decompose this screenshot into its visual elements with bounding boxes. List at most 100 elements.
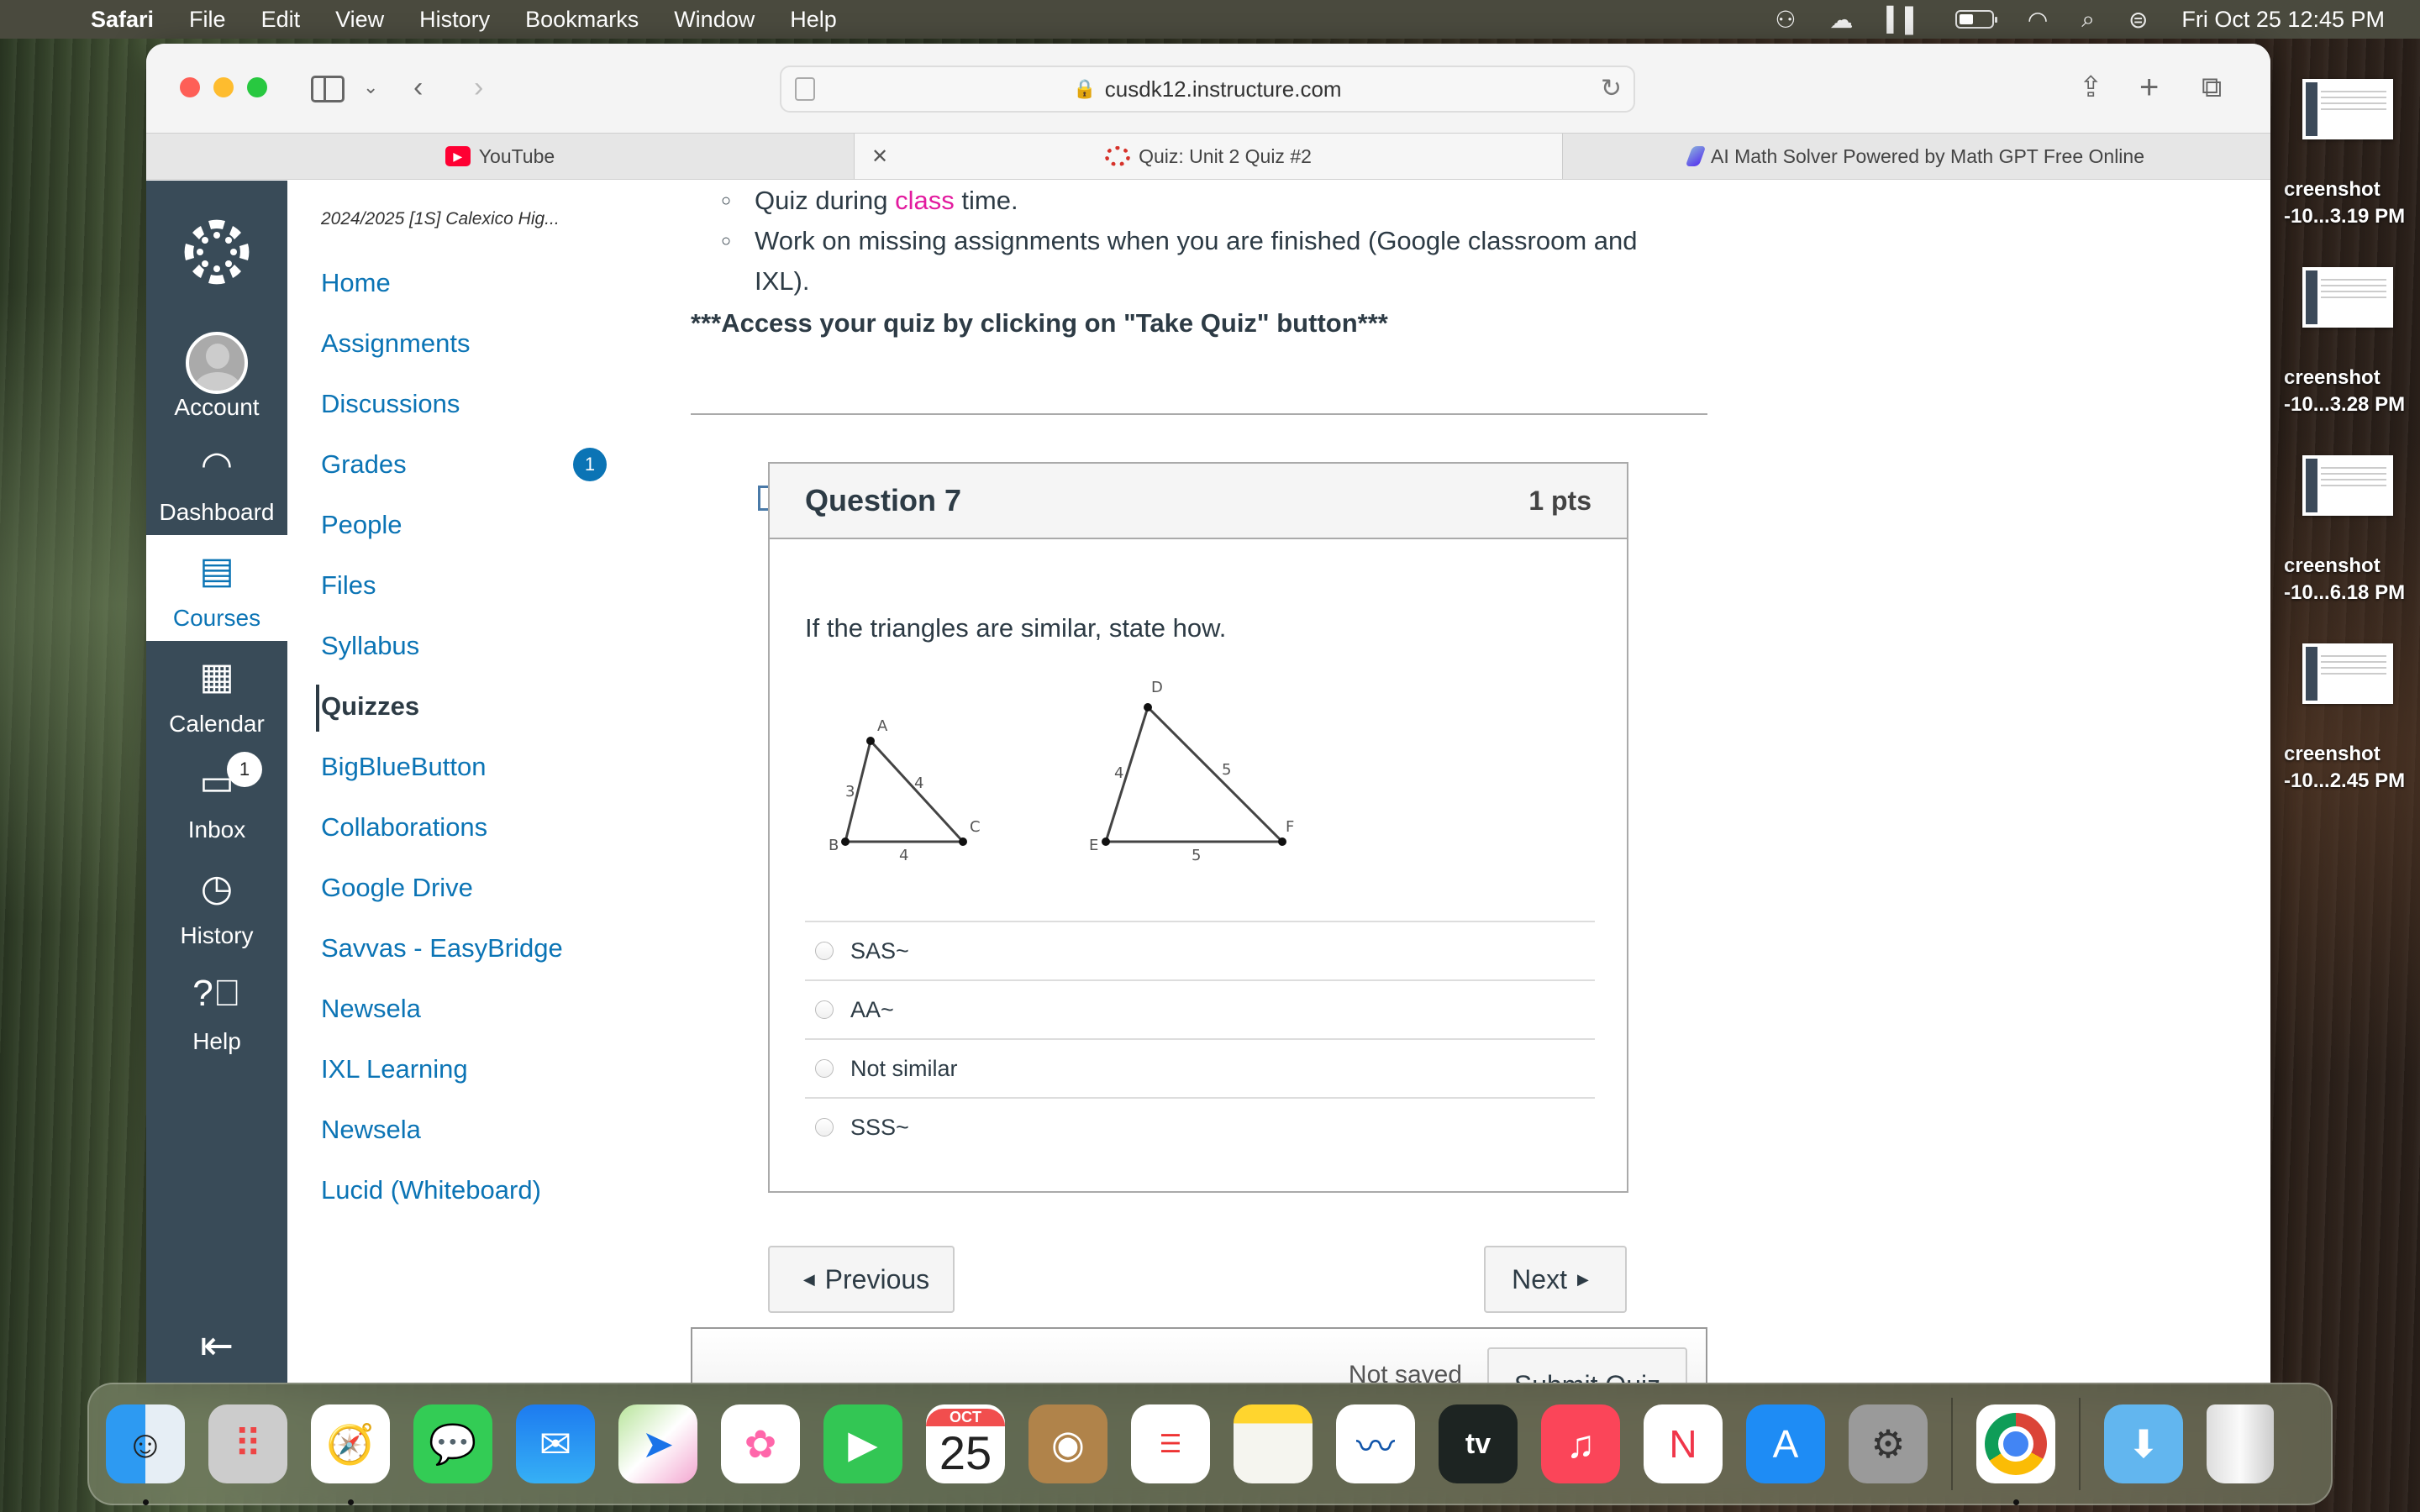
dock-freeform[interactable]: 〰 bbox=[1336, 1404, 1415, 1483]
forward-button[interactable]: › bbox=[474, 69, 483, 106]
dock-app-store[interactable]: A bbox=[1746, 1404, 1825, 1483]
search-icon[interactable]: ⌕ bbox=[2081, 6, 2095, 34]
course-title[interactable]: 2024/2025 [1S] Calexico Hig... bbox=[321, 209, 623, 229]
tab-youtube[interactable]: ▶ YouTube bbox=[146, 134, 854, 179]
dock-maps[interactable]: ➤ bbox=[618, 1404, 697, 1483]
dock-messages[interactable]: 💬 bbox=[413, 1404, 492, 1483]
tab-overview-icon[interactable]: ⧉ bbox=[2202, 69, 2222, 106]
dock-downloads[interactable]: ⬇ bbox=[2104, 1404, 2183, 1483]
dock-finder[interactable]: ☺ bbox=[106, 1404, 185, 1505]
global-nav-account[interactable]: Account bbox=[146, 323, 287, 429]
dock-launchpad[interactable]: ⠿ bbox=[208, 1404, 287, 1483]
battery-icon[interactable] bbox=[1954, 10, 1997, 29]
tab-quiz[interactable]: ✕ Quiz: Unit 2 Quiz #2 bbox=[854, 134, 1563, 179]
next-button[interactable]: Next ▶ bbox=[1484, 1246, 1627, 1313]
question-title: Question 7 bbox=[805, 483, 962, 517]
global-nav-history[interactable]: ◷ History bbox=[146, 853, 287, 958]
dock-safari[interactable]: 🧭 bbox=[311, 1404, 390, 1505]
dock-system-settings[interactable]: ⚙ bbox=[1849, 1404, 1928, 1483]
dock-chrome[interactable] bbox=[1976, 1404, 2055, 1505]
global-nav-help[interactable]: ?⃝ Help bbox=[146, 958, 287, 1064]
menu-app-name[interactable]: Safari bbox=[91, 7, 154, 33]
menu-window[interactable]: Window bbox=[674, 7, 755, 33]
mail-icon: ✉ bbox=[539, 1422, 572, 1466]
course-nav-home[interactable]: Home bbox=[287, 253, 623, 313]
course-nav-quizzes[interactable]: Quizzes bbox=[287, 676, 623, 737]
course-nav-discussions[interactable]: Discussions bbox=[287, 374, 623, 434]
course-nav-bigbluebutton[interactable]: BigBlueButton bbox=[287, 737, 623, 797]
weather-icon[interactable]: ☁ bbox=[1829, 6, 1853, 34]
audio-icon[interactable]: ▍▌ bbox=[1886, 6, 1921, 34]
global-nav-dashboard[interactable]: ◠ Dashboard bbox=[146, 429, 287, 535]
dock-mail[interactable]: ✉ bbox=[516, 1404, 595, 1483]
course-nav-savvas[interactable]: Savvas - EasyBridge bbox=[287, 918, 623, 979]
course-nav-lucid[interactable]: Lucid (Whiteboard) bbox=[287, 1160, 623, 1221]
course-nav-ixl[interactable]: IXL Learning bbox=[287, 1039, 623, 1100]
desktop-file[interactable]: creenshot -10...2.45 PM bbox=[2284, 640, 2420, 828]
course-nav-grades[interactable]: Grades 1 bbox=[287, 434, 623, 495]
global-nav-courses[interactable]: ▤ Courses bbox=[146, 535, 287, 641]
share-icon[interactable]: ⇪ bbox=[2079, 69, 2103, 106]
course-nav-syllabus[interactable]: Syllabus bbox=[287, 616, 623, 676]
dock-news[interactable]: N bbox=[1644, 1404, 1723, 1483]
previous-button[interactable]: ◀ Previous bbox=[768, 1246, 955, 1313]
wifi-icon[interactable]: ◠ bbox=[2028, 6, 2048, 34]
course-nav-people[interactable]: People bbox=[287, 495, 623, 555]
collapse-nav-icon[interactable]: ⇤ bbox=[146, 1322, 287, 1369]
nav-label: Newsela bbox=[321, 1115, 421, 1144]
dock-notes[interactable] bbox=[1234, 1404, 1313, 1483]
minimize-window-button[interactable] bbox=[213, 77, 234, 97]
dock-contacts[interactable]: ◉ bbox=[1028, 1404, 1107, 1483]
menu-help[interactable]: Help bbox=[790, 7, 837, 33]
control-center-icon[interactable]: ⊜ bbox=[2128, 6, 2148, 34]
answer-radio[interactable] bbox=[815, 942, 834, 960]
course-nav-newsela-2[interactable]: Newsela bbox=[287, 1100, 623, 1160]
course-nav-files[interactable]: Files bbox=[287, 555, 623, 616]
answer-radio[interactable] bbox=[815, 1000, 834, 1019]
menu-edit[interactable]: Edit bbox=[261, 7, 301, 33]
answer-option[interactable]: SAS~ bbox=[805, 921, 1595, 979]
dock-music[interactable]: ♫ bbox=[1541, 1404, 1620, 1483]
close-window-button[interactable] bbox=[180, 77, 200, 97]
tab-ai-math-solver[interactable]: AI Math Solver Powered by Math GPT Free … bbox=[1563, 134, 2270, 179]
course-nav-collaborations[interactable]: Collaborations bbox=[287, 797, 623, 858]
menubar-clock[interactable]: Fri Oct 25 12:45 PM bbox=[2181, 7, 2385, 33]
answer-radio[interactable] bbox=[815, 1118, 834, 1137]
users-icon[interactable]: ⚇ bbox=[1775, 6, 1796, 34]
global-nav-inbox[interactable]: ▭ 1 Inbox bbox=[146, 747, 287, 853]
dock-calendar[interactable]: OCT 25 bbox=[926, 1404, 1005, 1483]
course-nav-assignments[interactable]: Assignments bbox=[287, 313, 623, 374]
sidebar-toggle-icon[interactable] bbox=[311, 76, 345, 102]
desktop-file[interactable]: creenshot -10...6.18 PM bbox=[2284, 452, 2420, 640]
dock-tv[interactable]: tv bbox=[1439, 1404, 1518, 1483]
new-tab-icon[interactable]: + bbox=[2139, 69, 2159, 106]
desktop-file[interactable]: creenshot -10...3.28 PM bbox=[2284, 264, 2420, 452]
menu-history[interactable]: History bbox=[419, 7, 490, 33]
file-name-line2: -10...6.18 PM bbox=[2284, 581, 2406, 604]
course-nav-newsela[interactable]: Newsela bbox=[287, 979, 623, 1039]
global-nav-calendar[interactable]: ▦ Calendar bbox=[146, 641, 287, 747]
canvas-logo[interactable] bbox=[146, 181, 287, 323]
menu-bookmarks[interactable]: Bookmarks bbox=[525, 7, 639, 33]
dock-photos[interactable]: ✿ bbox=[721, 1404, 800, 1483]
fullscreen-window-button[interactable] bbox=[247, 77, 267, 97]
menu-file[interactable]: File bbox=[189, 7, 226, 33]
desktop-file[interactable]: creenshot -10...3.19 PM bbox=[2284, 76, 2420, 264]
file-name-line1: creenshot bbox=[2284, 743, 2381, 765]
back-button[interactable]: ‹ bbox=[413, 69, 423, 106]
page-menu-icon[interactable] bbox=[795, 77, 815, 101]
answer-radio[interactable] bbox=[815, 1059, 834, 1078]
answer-option[interactable]: AA~ bbox=[805, 979, 1595, 1038]
course-nav-google-drive[interactable]: Google Drive bbox=[287, 858, 623, 918]
address-bar[interactable]: 🔒 cusdk12.instructure.com ↻ bbox=[780, 66, 1635, 113]
dock-facetime[interactable]: ▶ bbox=[823, 1404, 902, 1483]
menu-view[interactable]: View bbox=[335, 7, 384, 33]
submit-quiz-button[interactable]: Submit Quiz bbox=[1487, 1347, 1687, 1383]
answer-option[interactable]: Not similar bbox=[805, 1038, 1595, 1097]
reload-icon[interactable]: ↻ bbox=[1601, 74, 1622, 103]
dock-reminders[interactable]: ☰ bbox=[1131, 1404, 1210, 1483]
answer-option[interactable]: SSS~ bbox=[805, 1097, 1595, 1156]
dock-trash[interactable] bbox=[2207, 1404, 2274, 1483]
chevron-down-icon[interactable]: ⌄ bbox=[363, 69, 378, 106]
close-tab-icon[interactable]: ✕ bbox=[871, 144, 888, 169]
